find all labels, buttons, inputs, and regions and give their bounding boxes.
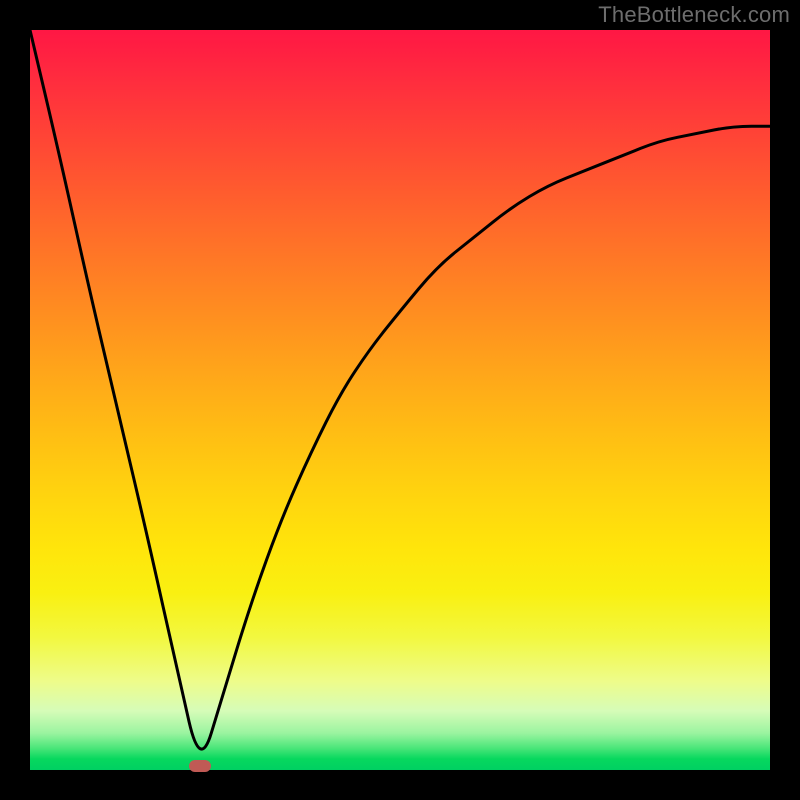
curve-path — [30, 30, 770, 749]
watermark-text: TheBottleneck.com — [598, 2, 790, 28]
bottleneck-curve — [30, 30, 770, 770]
plot-area — [30, 30, 770, 770]
minimum-marker — [189, 760, 211, 772]
chart-frame: TheBottleneck.com — [0, 0, 800, 800]
